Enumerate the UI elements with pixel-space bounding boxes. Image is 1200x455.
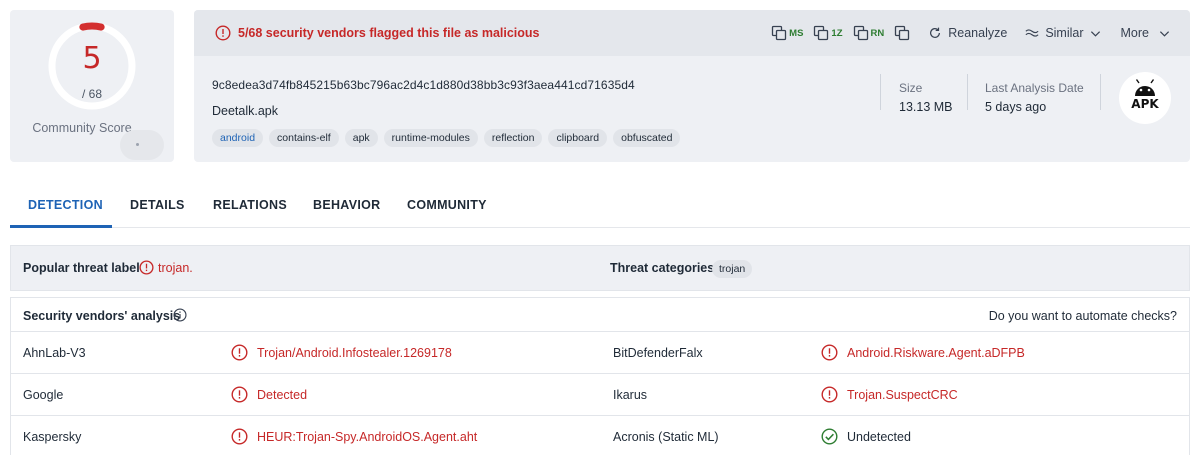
chevron-down-icon — [1090, 30, 1100, 37]
file-type-badge: APK — [1119, 72, 1171, 124]
copy-icon — [772, 25, 787, 41]
vendor-name: Google — [23, 388, 64, 402]
similar-icon — [1025, 29, 1039, 37]
detection-result: Trojan/Android.Infostealer.1269178 — [257, 346, 452, 360]
detection-result: HEUR:Trojan-Spy.AndroidOS.Agent.aht — [257, 430, 478, 444]
tag-reflection[interactable]: reflection — [483, 129, 543, 147]
community-score-toggle[interactable] — [120, 130, 164, 160]
vendor-name: Acronis (Static ML) — [613, 430, 719, 444]
copy-icon — [814, 25, 829, 41]
alert-circle-icon — [231, 428, 248, 445]
alert-circle-icon — [821, 344, 838, 361]
tag-apk[interactable]: apk — [344, 129, 378, 147]
file-hash[interactable]: 9c8edea3d74fb845215b63bc796ac2d4c1d880d3… — [212, 78, 635, 92]
tab-community[interactable]: COMMUNITY — [407, 198, 487, 212]
alert-circle-icon — [215, 25, 231, 41]
reanalyze-button[interactable]: Reanalyze — [928, 26, 1007, 40]
similar-dropdown[interactable]: Similar — [1025, 26, 1100, 40]
vendor-name: Kaspersky — [23, 430, 82, 444]
copy-icon — [895, 25, 910, 41]
detection-count: 5 — [82, 41, 102, 76]
copy-sha1-button[interactable]: 1Z — [813, 25, 843, 41]
file-summary-card: 5/68 security vendors flagged this file … — [194, 10, 1190, 162]
file-name: Deetalk.apk — [212, 104, 279, 118]
tag-clipboard[interactable]: clipboard — [548, 129, 608, 147]
alert-circle-icon — [231, 344, 248, 361]
vendor-name: Ikarus — [613, 388, 648, 402]
file-tags: android contains-elf apk runtime-modules… — [212, 129, 686, 147]
detection-result: Undetected — [847, 430, 911, 444]
popular-threat-value[interactable]: trojan. — [158, 261, 193, 275]
table-row: AhnLab-V3 Trojan/Android.Infostealer.1269… — [11, 332, 1189, 374]
malicious-alert-bar: 5/68 security vendors flagged this file … — [194, 10, 1190, 56]
vendors-analysis-table: Security vendors' analysis Do you want t… — [10, 297, 1190, 455]
detection-score-card: 5 / 68 Community Score — [10, 10, 174, 162]
vendor-name: AhnLab-V3 — [23, 346, 86, 360]
malicious-alert-text: 5/68 security vendors flagged this file … — [238, 26, 540, 40]
tag-obfuscated[interactable]: obfuscated — [613, 129, 681, 147]
detection-result: Trojan.SuspectCRC — [847, 388, 958, 402]
file-toolbar: MS 1Z RN Reanalyze Similar More — [761, 22, 1170, 44]
info-icon[interactable] — [173, 308, 187, 322]
alert-circle-icon — [231, 386, 248, 403]
alert-circle-icon — [139, 260, 154, 275]
threat-categories-label: Threat categories — [610, 261, 715, 275]
active-tab-indicator — [10, 225, 112, 228]
report-tabs: DETECTION DETAILS RELATIONS BEHAVIOR COM… — [10, 185, 1190, 228]
size-label: Size — [899, 81, 923, 95]
popular-threat-label: Popular threat label — [23, 261, 140, 275]
divider — [1100, 74, 1101, 110]
chevron-down-icon — [1159, 30, 1170, 37]
more-dropdown[interactable]: More — [1121, 26, 1170, 40]
divider — [880, 74, 881, 110]
last-analysis-label: Last Analysis Date — [985, 81, 1084, 95]
tag-android[interactable]: android — [212, 129, 264, 147]
vendors-table-header: Security vendors' analysis Do you want t… — [11, 298, 1189, 332]
tab-details[interactable]: DETAILS — [130, 198, 185, 212]
copy-icon — [853, 25, 868, 41]
community-score-label: Community Score — [32, 121, 132, 135]
threat-category-tag[interactable]: trojan — [712, 260, 753, 278]
vendors-analysis-title: Security vendors' analysis — [23, 309, 181, 323]
detection-result: Android.Riskware.Agent.aDFPB — [847, 346, 1025, 360]
automate-checks-link[interactable]: Do you want to automate checks? — [989, 309, 1177, 323]
size-value: 13.13 MB — [899, 100, 953, 114]
tag-runtime-modules[interactable]: runtime-modules — [383, 129, 478, 147]
vendor-total: / 68 — [81, 87, 102, 101]
tab-behavior[interactable]: BEHAVIOR — [313, 198, 380, 212]
tab-relations[interactable]: RELATIONS — [213, 198, 287, 212]
tag-contains-elf[interactable]: contains-elf — [269, 129, 339, 147]
check-circle-icon — [821, 428, 838, 445]
popular-threat-panel: Popular threat label trojan. Threat cate… — [10, 245, 1190, 291]
detection-result: Detected — [257, 388, 308, 402]
alert-circle-icon — [821, 386, 838, 403]
copy-md5-button[interactable]: MS — [771, 25, 803, 41]
copy-rn-button[interactable]: RN — [853, 25, 884, 41]
vendor-name: BitDefenderFalx — [613, 346, 703, 360]
table-row: Google Detected Ikarus Trojan.SuspectCRC — [11, 374, 1189, 416]
divider — [967, 74, 968, 110]
table-row: Kaspersky HEUR:Trojan-Spy.AndroidOS.Agent… — [11, 416, 1189, 455]
last-analysis-value: 5 days ago — [985, 100, 1047, 114]
tab-detection[interactable]: DETECTION — [28, 198, 103, 212]
copy-sha256-button[interactable] — [894, 25, 910, 41]
refresh-icon — [930, 27, 941, 38]
android-icon — [1135, 79, 1155, 96]
